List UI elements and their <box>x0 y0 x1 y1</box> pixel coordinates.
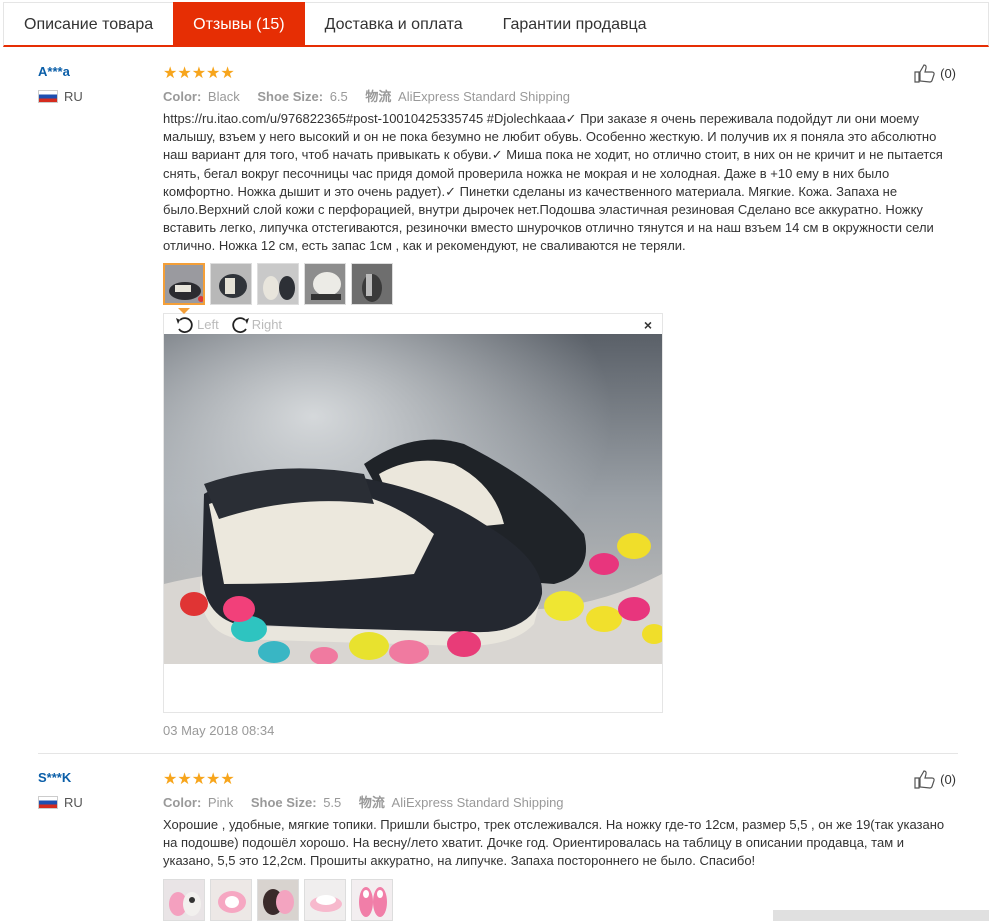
reviewer-name: S***K <box>38 770 72 785</box>
tab-delivery[interactable]: Доставка и оплата <box>305 3 483 47</box>
photo-thumbnail[interactable] <box>163 879 205 921</box>
size-label: Shoe Size: <box>250 795 317 810</box>
size-label: Shoe Size: <box>257 89 324 104</box>
photo-thumbnail[interactable] <box>210 879 252 921</box>
photo-thumbnail[interactable] <box>351 879 393 921</box>
rating-stars: ★★★★★ <box>163 771 235 788</box>
country-code: RU <box>64 795 83 810</box>
color-label: Color: <box>163 795 202 810</box>
color-value: Pink <box>207 795 234 810</box>
order-attributes: Color: Black Shoe Size: 6.5 物流 AliExpres… <box>163 86 584 105</box>
photo-thumbnail[interactable] <box>304 879 346 921</box>
review-text: https://ru.itao.com/u/976822365#post-100… <box>163 111 943 254</box>
photo-thumbnails <box>163 879 393 921</box>
viewer-toolbar: Left Right × <box>164 314 662 335</box>
photo-thumbnail[interactable] <box>257 879 299 921</box>
size-value: 6.5 <box>329 89 348 104</box>
country-code: RU <box>64 89 83 104</box>
reviewer-name: A***a <box>38 64 70 79</box>
rotate-right-button[interactable]: Right <box>229 316 282 334</box>
shipping-value: AliExpress Standard Shipping <box>391 795 564 810</box>
reviewer-country: RU <box>38 795 83 810</box>
rotate-right-label: Right <box>251 317 283 332</box>
reviewer-country: RU <box>38 89 83 104</box>
rotate-left-label: Left <box>197 317 219 332</box>
size-value: 5.5 <box>323 795 342 810</box>
order-attributes: Color: Pink Shoe Size: 5.5 物流 AliExpress… <box>163 792 578 811</box>
rotate-right-icon <box>232 316 249 333</box>
flag-icon <box>38 90 58 103</box>
thumbs-up-icon <box>914 770 935 789</box>
shipping-value: AliExpress Standard Shipping <box>398 89 571 104</box>
photo-viewer: Left Right × <box>163 308 663 713</box>
photo-thumbnail[interactable] <box>257 263 299 305</box>
review-divider <box>38 753 958 754</box>
helpful-button[interactable]: (0) <box>914 769 956 789</box>
horizontal-scrollbar[interactable] <box>773 910 989 921</box>
review-date: 03 May 2018 08:34 <box>163 723 275 738</box>
close-viewer-button[interactable]: × <box>644 317 652 333</box>
shipping-label: 物流 <box>365 89 392 104</box>
rotate-left-icon <box>176 316 193 333</box>
tab-description[interactable]: Описание товара <box>4 3 173 47</box>
photo-thumbnail[interactable] <box>163 263 205 305</box>
color-value: Black <box>207 89 240 104</box>
photo-thumbnails <box>163 263 393 305</box>
flag-icon <box>38 796 58 809</box>
tab-reviews[interactable]: Отзывы (15) <box>173 2 305 47</box>
shipping-label: 物流 <box>358 795 385 810</box>
photo-thumbnail[interactable] <box>351 263 393 305</box>
review-text: Хорошие , удобные, мягкие топики. Пришли… <box>163 817 945 869</box>
photo-thumbnail[interactable] <box>210 263 252 305</box>
rotate-left-button[interactable]: Left <box>174 316 219 334</box>
rating-stars: ★★★★★ <box>163 65 235 82</box>
color-label: Color: <box>163 89 202 104</box>
helpful-count: (0) <box>940 65 956 81</box>
helpful-count: (0) <box>940 771 956 787</box>
thumbs-up-icon <box>914 64 935 83</box>
review-photo <box>164 334 662 664</box>
helpful-button[interactable]: (0) <box>914 63 956 83</box>
photo-thumbnail[interactable] <box>304 263 346 305</box>
tab-bar: Описание товара Отзывы (15) Доставка и о… <box>3 2 989 47</box>
tab-guarantee[interactable]: Гарантии продавца <box>483 3 667 47</box>
